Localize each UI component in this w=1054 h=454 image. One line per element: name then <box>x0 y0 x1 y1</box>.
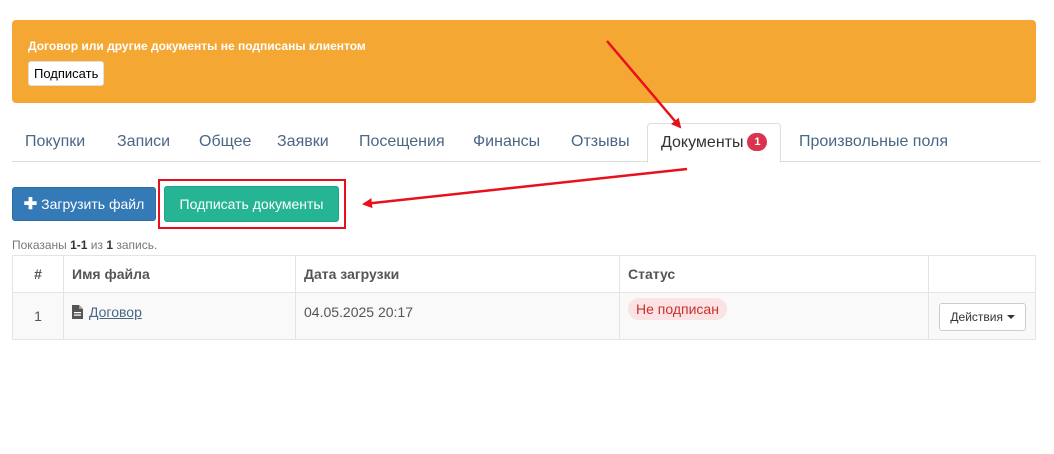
tab-records[interactable]: Записи <box>104 123 183 162</box>
records-summary: Показаны 1-1 из 1 запись. <box>12 238 158 252</box>
upload-file-label: Загрузить файл <box>41 196 145 212</box>
actions-dropdown-button[interactable]: Действия <box>939 303 1026 331</box>
table-row: 1 Договор 04.05.2025 20:17 Не подписан Д… <box>12 292 1036 340</box>
upload-file-button[interactable]: ✚ Загрузить файл <box>12 187 156 221</box>
file-icon <box>72 305 83 322</box>
client-tabs: Покупки Записи Общее Заявки Посещения Фи… <box>12 123 1041 163</box>
documents-count-badge: 1 <box>747 133 768 151</box>
tab-finances[interactable]: Финансы <box>460 123 553 162</box>
row-actions-cell: Действия <box>928 292 1036 340</box>
row-number: 1 <box>12 292 64 340</box>
caret-down-icon <box>1007 315 1015 319</box>
header-upload-date: Дата загрузки <box>295 255 620 293</box>
unsigned-documents-alert: Договор или другие документы не подписан… <box>12 20 1036 103</box>
actions-label: Действия <box>950 310 1003 324</box>
row-status-cell: Не подписан <box>619 292 929 340</box>
header-file-name: Имя файла <box>63 255 296 293</box>
alert-message: Договор или другие документы не подписан… <box>28 39 366 53</box>
tab-reviews[interactable]: Отзывы <box>558 123 643 162</box>
header-number: # <box>12 255 64 293</box>
sign-documents-button[interactable]: Подписать документы <box>164 186 339 222</box>
header-status: Статус <box>619 255 929 293</box>
status-badge: Не подписан <box>628 298 727 320</box>
plus-icon: ✚ <box>23 196 38 213</box>
table-header-row: # Имя файла Дата загрузки Статус <box>12 255 1036 293</box>
tab-documents-label: Документы <box>661 134 744 151</box>
arrow-to-sign-button <box>362 167 688 209</box>
row-file-cell: Договор <box>63 292 296 340</box>
file-name-link[interactable]: Договор <box>89 304 142 320</box>
tab-requests[interactable]: Заявки <box>264 123 342 162</box>
tab-documents[interactable]: Документы 1 <box>647 123 782 163</box>
row-upload-date: 04.05.2025 20:17 <box>295 292 620 340</box>
tab-general[interactable]: Общее <box>186 123 264 162</box>
alert-sign-button[interactable]: Подписать <box>28 61 105 86</box>
header-actions <box>928 255 1036 293</box>
documents-table: # Имя файла Дата загрузки Статус 1 Догов… <box>12 255 1036 340</box>
tab-purchases[interactable]: Покупки <box>12 123 98 162</box>
tab-visits[interactable]: Посещения <box>346 123 458 162</box>
tab-custom-fields[interactable]: Произвольные поля <box>786 123 961 162</box>
